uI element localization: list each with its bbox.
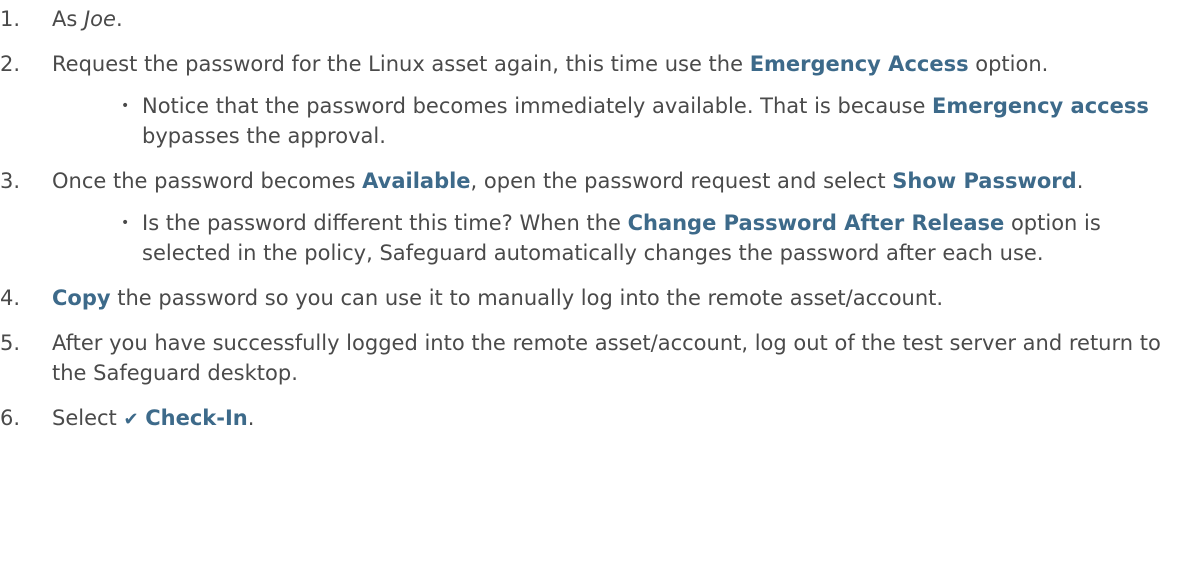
- step-3: 3. Once the password becomes Available, …: [0, 166, 1168, 268]
- step-1: 1. As Joe.: [0, 4, 1168, 34]
- user-name: Joe: [83, 7, 116, 31]
- step-2-notes: • Notice that the password becomes immed…: [52, 91, 1168, 151]
- step-text: Request the password for the Linux asset…: [52, 52, 750, 76]
- step-5: 5. After you have successfully logged in…: [0, 328, 1168, 388]
- step-number: 2.: [0, 52, 21, 76]
- check-icon: ✔: [123, 409, 139, 430]
- show-password-label: Show Password: [892, 169, 1077, 193]
- step-2: 2. Request the password for the Linux as…: [0, 49, 1168, 151]
- step-text: After you have successfully logged into …: [52, 331, 1161, 385]
- bullet-icon: •: [121, 98, 130, 114]
- note-item: • Is the password different this time? W…: [52, 208, 1168, 268]
- check-in-label: Check-In: [145, 406, 248, 430]
- step-number: 3.: [0, 169, 21, 193]
- step-3-notes: • Is the password different this time? W…: [52, 208, 1168, 268]
- step-number: 6.: [0, 406, 21, 430]
- bullet-icon: •: [121, 215, 130, 231]
- step-text: As: [52, 7, 84, 31]
- step-number: 4.: [0, 286, 21, 310]
- step-4: 4. Copy the password so you can use it t…: [0, 283, 1168, 313]
- step-text: Select: [52, 406, 124, 430]
- step-6: 6. Select ✔ Check-In.: [0, 403, 1168, 435]
- step-text: Once the password becomes: [52, 169, 363, 193]
- step-text: the password so you can use it to manual…: [110, 286, 944, 310]
- emergency-access-term: Emergency access: [932, 94, 1149, 118]
- note-item: • Notice that the password becomes immed…: [52, 91, 1168, 151]
- available-status: Available: [362, 169, 471, 193]
- emergency-access-option: Emergency Access: [749, 52, 969, 76]
- steps-list: 1. As Joe. 2. Request the password for t…: [0, 4, 1168, 435]
- step-number: 5.: [0, 331, 21, 355]
- change-password-after-release-option: Change Password After Release: [627, 211, 1005, 235]
- copy-label: Copy: [52, 286, 111, 310]
- step-number: 1.: [0, 7, 21, 31]
- document: 1. As Joe. 2. Request the password for t…: [0, 0, 1178, 574]
